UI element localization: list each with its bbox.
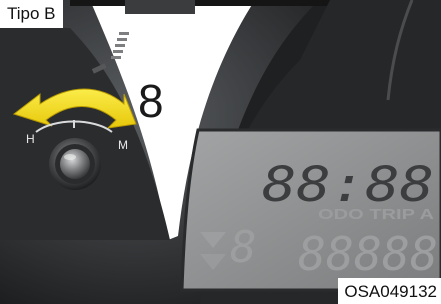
lcd-clock: 88:88 bbox=[262, 157, 434, 213]
knob-mark-m: M bbox=[118, 138, 128, 152]
top-strip bbox=[70, 0, 330, 6]
lcd-ghost-digits: 88888 bbox=[298, 227, 438, 281]
top-tab bbox=[125, 0, 195, 14]
clock-adjust-knob bbox=[49, 138, 101, 190]
dial-numeral: 8 bbox=[138, 75, 164, 127]
lcd-ghost-labels: ODO TRIP A bbox=[318, 206, 434, 223]
cluster-drawing: 8 H M 88:88 ODO TRIP A 88888 8 bbox=[0, 0, 441, 304]
variant-label: Tipo B bbox=[0, 0, 63, 28]
lcd-ghost-gear: 8 bbox=[230, 222, 257, 273]
figure-code: OSA049132 bbox=[338, 278, 441, 304]
instrument-cluster-illustration: 8 H M 88:88 ODO TRIP A 88888 8 Tipo B OS… bbox=[0, 0, 441, 304]
knob-mark-h: H bbox=[26, 132, 35, 146]
